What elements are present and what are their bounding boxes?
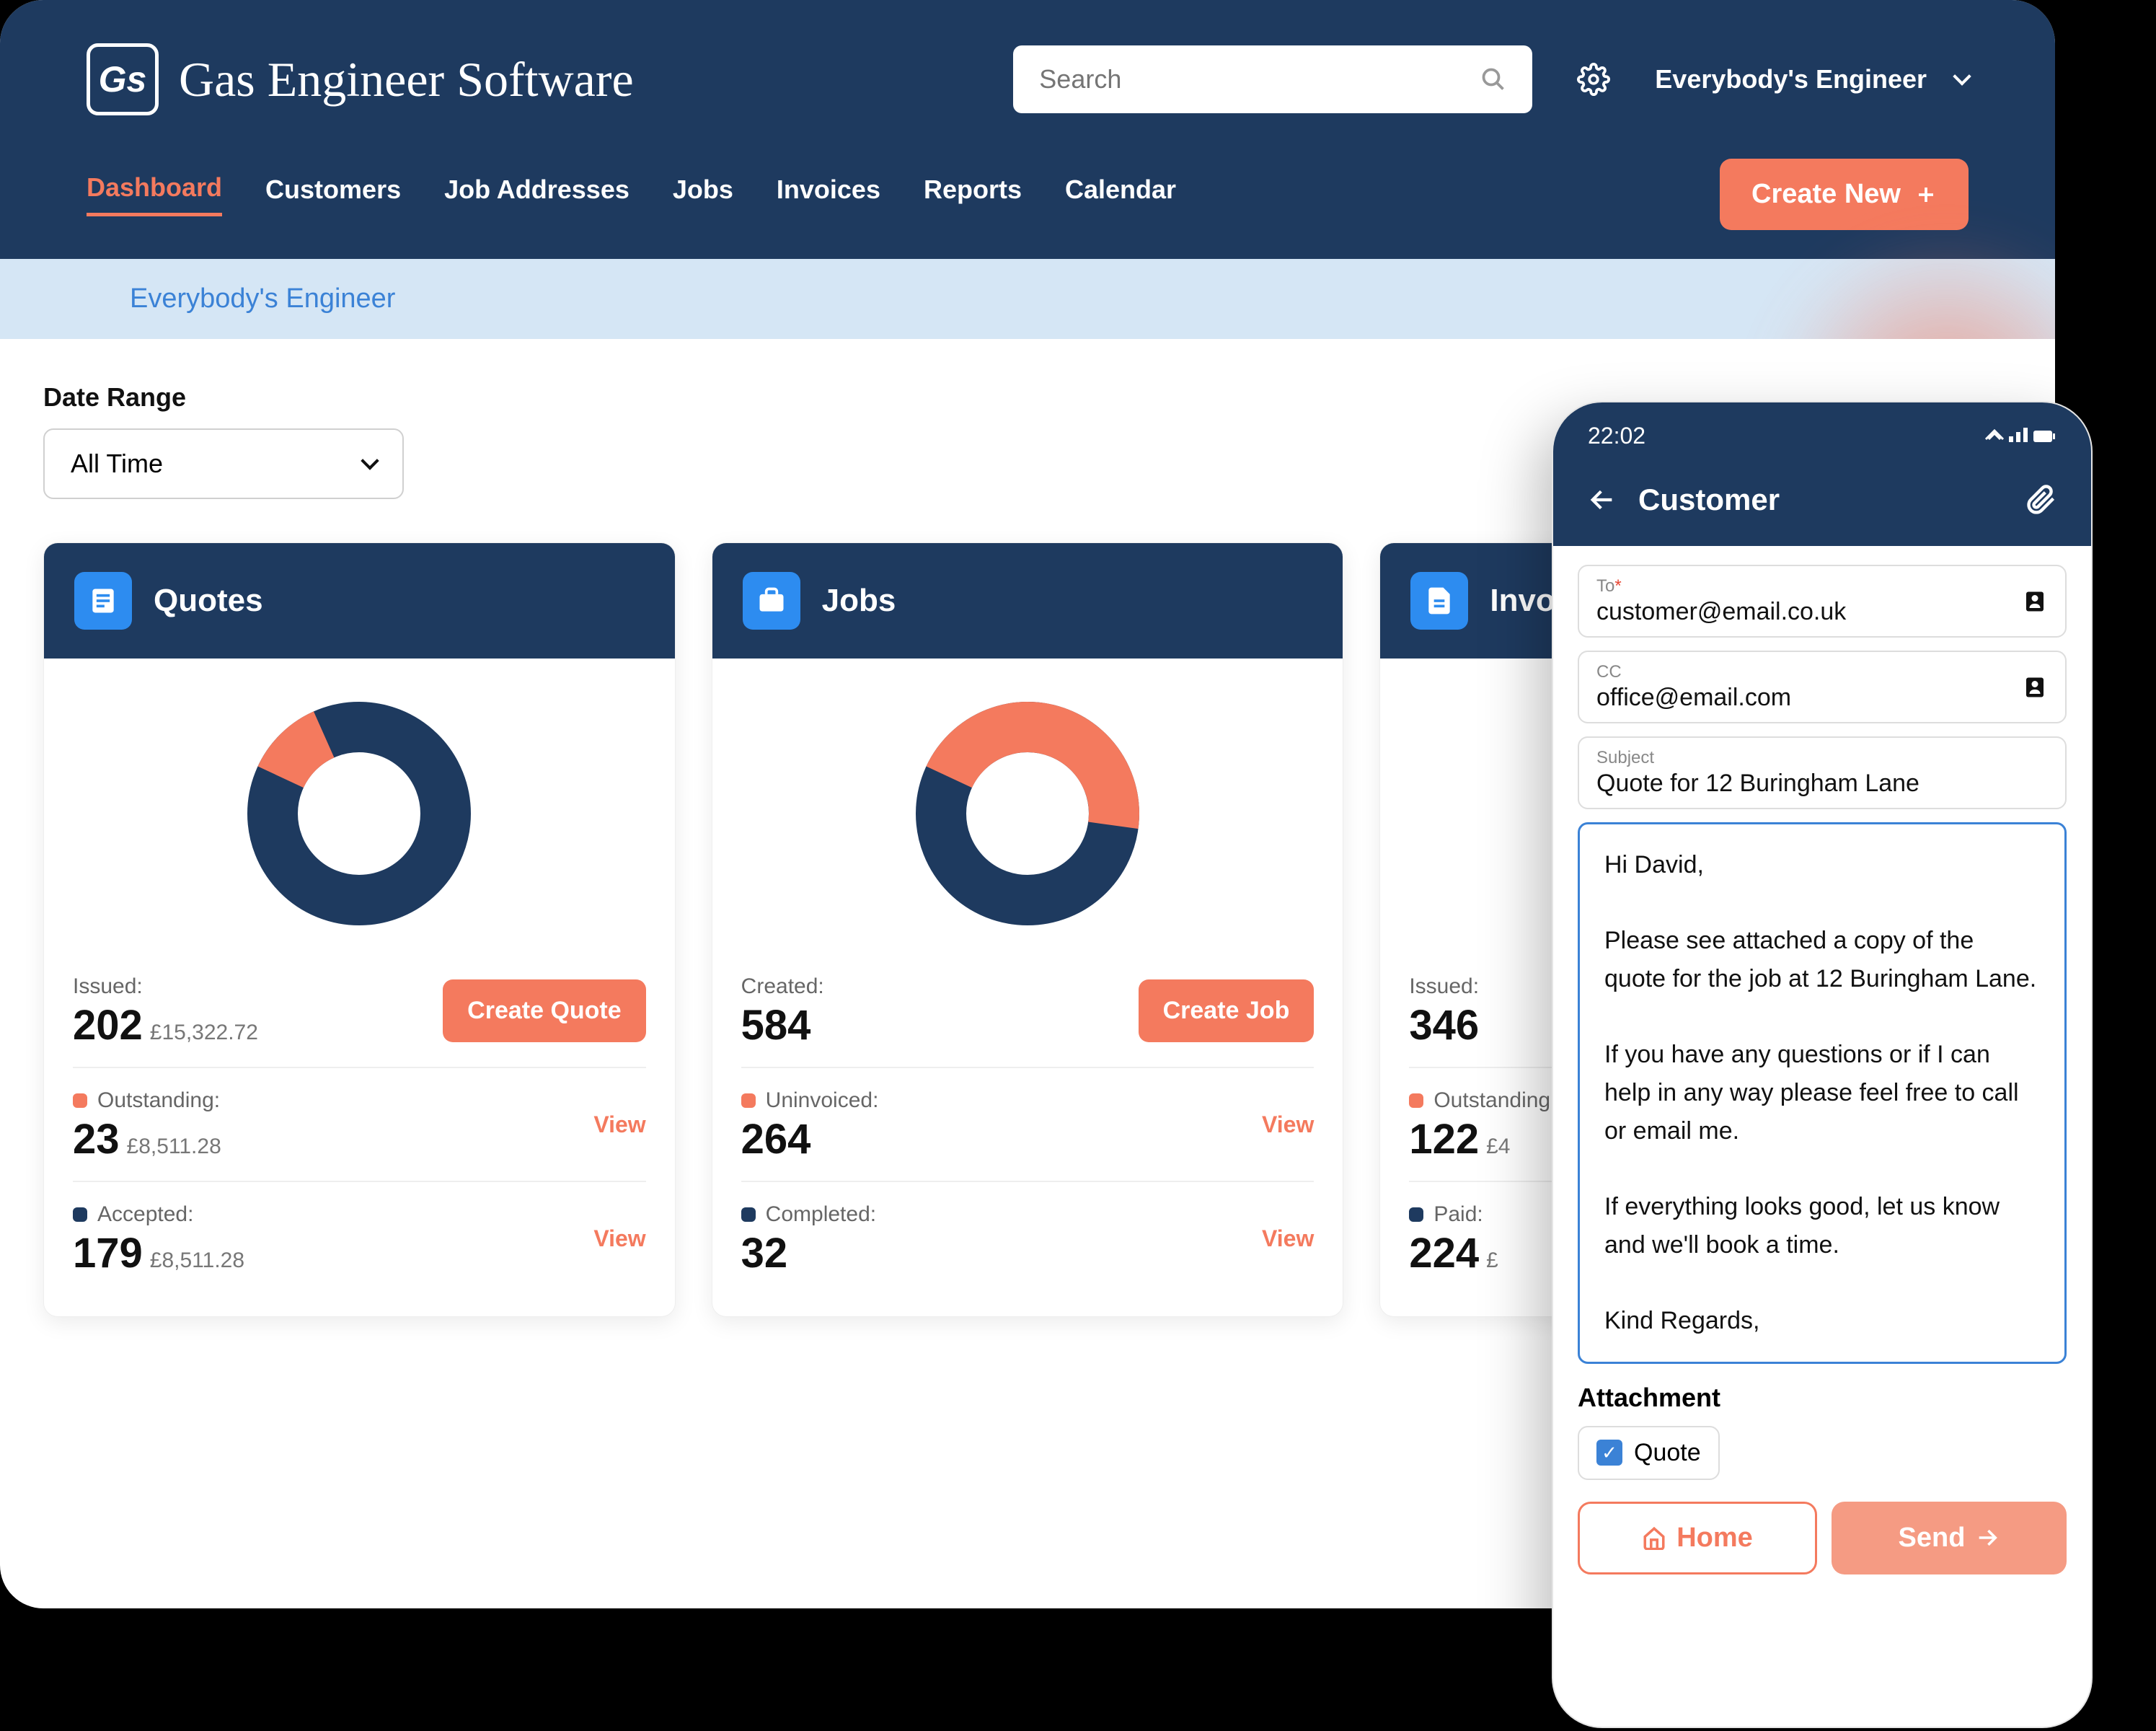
user-name: Everybody's Engineer <box>1655 64 1927 94</box>
send-button[interactable]: Send <box>1832 1502 2067 1574</box>
view-link[interactable]: View <box>1262 1111 1314 1138</box>
donut-chart <box>73 695 646 933</box>
main-nav: Dashboard Customers Job Addresses Jobs I… <box>0 115 2055 259</box>
nav-job-addresses[interactable]: Job Addresses <box>444 175 629 215</box>
search-bar[interactable] <box>1013 45 1532 113</box>
card-title: Jobs <box>822 583 896 619</box>
view-link[interactable]: View <box>1262 1225 1314 1252</box>
paperclip-icon <box>2026 485 2056 515</box>
card-quotes: Quotes Issued: 202 £15,322.72 Create Quo… <box>43 542 676 1317</box>
gear-icon <box>1577 63 1610 96</box>
send-label: Send <box>1899 1523 1966 1554</box>
create-button[interactable]: Create Job <box>1139 979 1315 1042</box>
card-icon <box>743 572 800 630</box>
cc-value: office@email.com <box>1596 684 2048 712</box>
arrow-right-icon <box>1975 1525 2000 1550</box>
card-icon <box>74 572 132 630</box>
create-button[interactable]: Create Quote <box>443 979 646 1042</box>
chevron-down-icon <box>361 452 379 470</box>
donut-chart <box>741 695 1315 933</box>
cc-label: CC <box>1596 662 2048 682</box>
contact-icon[interactable] <box>2022 674 2048 700</box>
nav-invoices[interactable]: Invoices <box>777 175 880 215</box>
wifi-signal-battery-icon <box>1984 426 2056 446</box>
search-icon <box>1480 66 1506 92</box>
plus-icon <box>1915 184 1937 206</box>
breadcrumb: Everybody's Engineer <box>0 259 2055 339</box>
mobile-actions: Home Send <box>1578 1502 2067 1574</box>
back-button[interactable] <box>1588 485 1617 514</box>
arrow-left-icon <box>1588 485 1617 514</box>
search-input[interactable] <box>1039 64 1469 94</box>
create-new-button[interactable]: Create New <box>1720 159 1969 230</box>
attachment-chip[interactable]: ✓ Quote <box>1578 1426 1720 1480</box>
nav-dashboard[interactable]: Dashboard <box>87 172 222 216</box>
subject-label: Subject <box>1596 748 2048 768</box>
email-body[interactable]: Hi David, Please see attached a copy of … <box>1578 822 2067 1364</box>
card-title: Quotes <box>154 583 263 619</box>
logo-mark: Gs <box>87 43 159 115</box>
card-header: Jobs <box>712 543 1343 659</box>
card-icon <box>1410 572 1468 630</box>
nav-calendar[interactable]: Calendar <box>1065 175 1176 215</box>
chevron-down-icon <box>1953 67 1971 85</box>
status-icons <box>1984 426 2056 446</box>
nav-reports[interactable]: Reports <box>924 175 1022 215</box>
attachment-name: Quote <box>1634 1439 1701 1467</box>
card-jobs: Jobs Created: 584 Create Job <box>712 542 1344 1317</box>
create-new-label: Create New <box>1751 179 1901 210</box>
date-range-select[interactable]: All Time <box>43 428 404 499</box>
user-menu[interactable]: Everybody's Engineer <box>1655 64 1969 94</box>
view-link[interactable]: View <box>593 1111 645 1138</box>
nav-customers[interactable]: Customers <box>265 175 401 215</box>
checkbox-checked-icon: ✓ <box>1596 1440 1622 1466</box>
mobile-device: 22:02 Customer To* customer@email.co.uk … <box>1552 401 2093 1728</box>
home-label: Home <box>1676 1523 1753 1554</box>
nav-jobs[interactable]: Jobs <box>673 175 733 215</box>
mobile-header: Customer <box>1553 461 2091 546</box>
view-link[interactable]: View <box>593 1225 645 1252</box>
breadcrumb-text[interactable]: Everybody's Engineer <box>130 283 395 314</box>
status-time: 22:02 <box>1588 423 1645 449</box>
to-label: To* <box>1596 576 2048 596</box>
home-button[interactable]: Home <box>1578 1502 1817 1574</box>
mobile-status-bar: 22:02 <box>1553 402 2091 461</box>
home-icon <box>1642 1525 1666 1550</box>
attachment-button[interactable] <box>2026 485 2056 515</box>
attachment-label: Attachment <box>1578 1383 2067 1413</box>
cc-field[interactable]: CC office@email.com <box>1578 651 2067 723</box>
to-value: customer@email.co.uk <box>1596 598 2048 626</box>
topbar: Gs Gas Engineer Software Everybody's Eng… <box>0 0 2055 115</box>
card-header: Quotes <box>44 543 675 659</box>
logo-text: Gas Engineer Software <box>179 51 634 108</box>
subject-value: Quote for 12 Buringham Lane <box>1596 770 2048 798</box>
app-logo: Gs Gas Engineer Software <box>87 43 634 115</box>
date-range-value: All Time <box>71 449 163 479</box>
subject-field[interactable]: Subject Quote for 12 Buringham Lane <box>1578 736 2067 809</box>
settings-button[interactable] <box>1576 61 1612 97</box>
to-field[interactable]: To* customer@email.co.uk <box>1578 565 2067 638</box>
contact-icon[interactable] <box>2022 589 2048 615</box>
mobile-body: To* customer@email.co.uk CC office@email… <box>1553 546 2091 1593</box>
mobile-title: Customer <box>1638 483 1780 517</box>
